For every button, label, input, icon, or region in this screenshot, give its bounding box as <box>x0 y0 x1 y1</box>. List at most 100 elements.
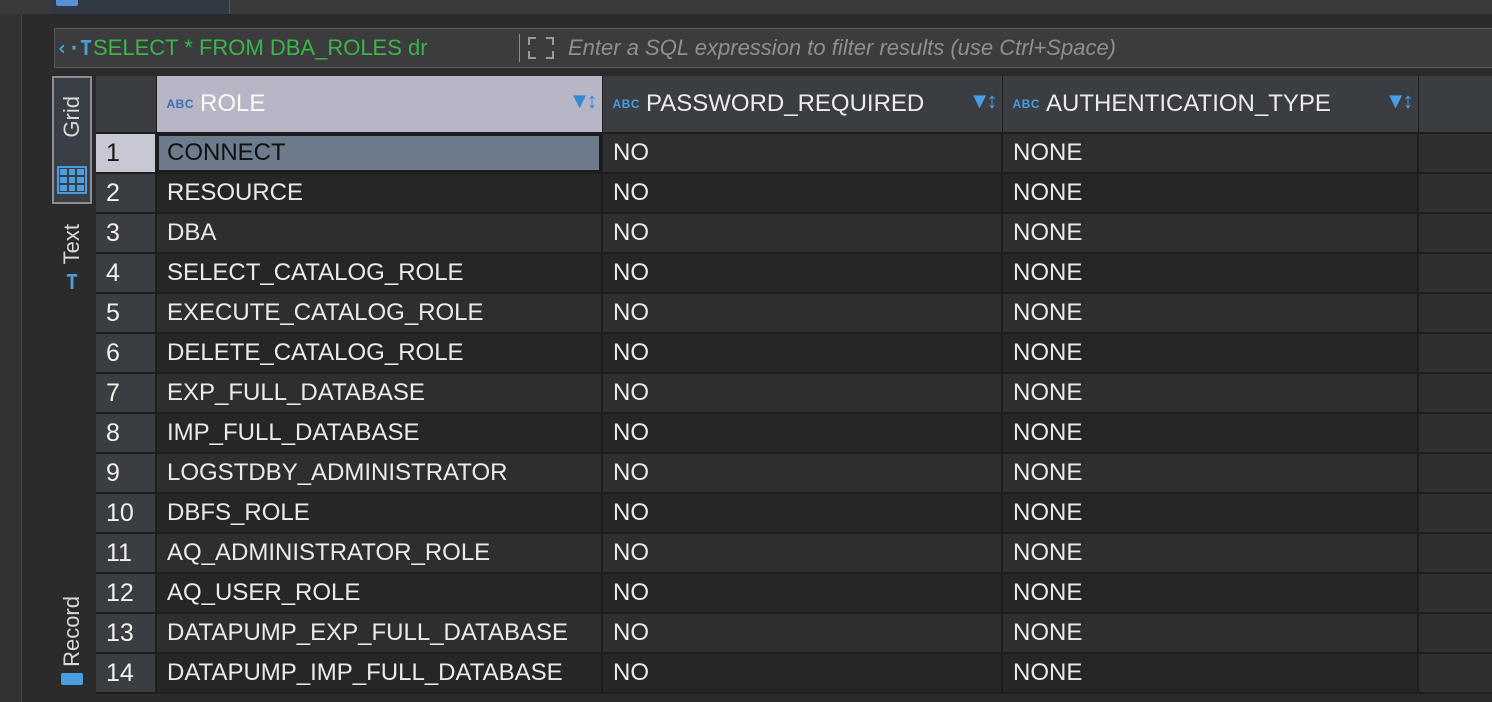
cell-authentication-type[interactable]: NONE <box>1002 613 1419 654</box>
tab-text[interactable]: Text T <box>52 224 92 324</box>
results-table: ABC ROLE ▼↕ ABC PASSWORD_REQUIRED ▼↕ ABC <box>96 76 1492 694</box>
cell-password-required[interactable]: NO <box>602 173 1003 214</box>
header-filler <box>1418 76 1492 134</box>
cell-role[interactable]: IMP_FULL_DATABASE <box>156 413 603 454</box>
table-row[interactable]: 11 AQ_ADMINISTRATOR_ROLE NO NONE <box>96 533 1492 574</box>
row-number[interactable]: 5 <box>96 293 157 334</box>
cell-password-required[interactable]: NO <box>602 453 1003 494</box>
cell-role[interactable]: DBA <box>156 213 603 254</box>
cell-authentication-type[interactable]: NONE <box>1002 213 1419 254</box>
row-number[interactable]: 3 <box>96 213 157 254</box>
cell-password-required[interactable]: NO <box>602 213 1003 254</box>
cell-role[interactable]: AQ_USER_ROLE <box>156 573 603 614</box>
row-number[interactable]: 2 <box>96 173 157 214</box>
cell-password-required[interactable]: NO <box>602 573 1003 614</box>
cell-role[interactable]: RESOURCE <box>156 173 603 214</box>
table-row[interactable]: 2 RESOURCE NO NONE <box>96 173 1492 214</box>
cell-role[interactable]: EXP_FULL_DATABASE <box>156 373 603 414</box>
cell-role[interactable]: DBFS_ROLE <box>156 493 603 534</box>
row-number[interactable]: 13 <box>96 613 157 654</box>
results-tab[interactable] <box>52 0 230 14</box>
string-type-icon: ABC <box>166 97 194 111</box>
row-number[interactable]: 9 <box>96 453 157 494</box>
grid-icon <box>57 166 87 194</box>
cell-password-required[interactable]: NO <box>602 613 1003 654</box>
cell-authentication-type[interactable]: NONE <box>1002 293 1419 334</box>
row-number[interactable]: 1 <box>96 133 157 174</box>
header-row: ABC ROLE ▼↕ ABC PASSWORD_REQUIRED ▼↕ ABC <box>96 76 1492 134</box>
row-filler <box>1418 333 1492 374</box>
cell-password-required[interactable]: NO <box>602 373 1003 414</box>
column-title: ROLE <box>200 90 266 117</box>
filter-separator <box>519 34 520 62</box>
cell-password-required[interactable]: NO <box>602 293 1003 334</box>
table-row[interactable]: 14 DATAPUMP_IMP_FULL_DATABASE NO NONE <box>96 653 1492 694</box>
row-number[interactable]: 8 <box>96 413 157 454</box>
cell-password-required[interactable]: NO <box>602 333 1003 374</box>
row-number[interactable]: 14 <box>96 653 157 694</box>
cell-authentication-type[interactable]: NONE <box>1002 373 1419 414</box>
cell-role[interactable]: DATAPUMP_EXP_FULL_DATABASE <box>156 613 603 654</box>
cell-authentication-type[interactable]: NONE <box>1002 533 1419 574</box>
filter-sort-icon[interactable]: ▼↕ <box>1385 88 1414 114</box>
row-number[interactable]: 12 <box>96 573 157 614</box>
tab-grid-label: Grid <box>59 96 84 138</box>
cell-role[interactable]: AQ_ADMINISTRATOR_ROLE <box>156 533 603 574</box>
row-number[interactable]: 7 <box>96 373 157 414</box>
row-number[interactable]: 10 <box>96 493 157 534</box>
select-all-corner[interactable] <box>96 76 157 134</box>
table-row[interactable]: 1 CONNECT NO NONE <box>96 133 1492 174</box>
cell-password-required[interactable]: NO <box>602 133 1003 174</box>
column-header-password-required[interactable]: ABC PASSWORD_REQUIRED ▼↕ <box>602 76 1003 134</box>
cell-role[interactable]: LOGSTDBY_ADMINISTRATOR <box>156 453 603 494</box>
cell-authentication-type[interactable]: NONE <box>1002 493 1419 534</box>
cell-password-required[interactable]: NO <box>602 493 1003 534</box>
row-number[interactable]: 4 <box>96 253 157 294</box>
filter-expression-input[interactable] <box>566 30 1492 66</box>
table-row[interactable]: 12 AQ_USER_ROLE NO NONE <box>96 573 1492 614</box>
tab-record[interactable]: Record <box>52 596 92 702</box>
table-row[interactable]: 6 DELETE_CATALOG_ROLE NO NONE <box>96 333 1492 374</box>
cell-role[interactable]: EXECUTE_CATALOG_ROLE <box>156 293 603 334</box>
cell-password-required[interactable]: NO <box>602 533 1003 574</box>
cell-authentication-type[interactable]: NONE <box>1002 333 1419 374</box>
table-row[interactable]: 3 DBA NO NONE <box>96 213 1492 254</box>
cell-role[interactable]: SELECT_CATALOG_ROLE <box>156 253 603 294</box>
cell-authentication-type[interactable]: NONE <box>1002 133 1419 174</box>
string-type-icon: ABC <box>1012 97 1040 111</box>
cell-authentication-type[interactable]: NONE <box>1002 413 1419 454</box>
cell-role[interactable]: DATAPUMP_IMP_FULL_DATABASE <box>156 653 603 694</box>
cell-role[interactable]: DELETE_CATALOG_ROLE <box>156 333 603 374</box>
row-filler <box>1418 653 1492 694</box>
table-row[interactable]: 10 DBFS_ROLE NO NONE <box>96 493 1492 534</box>
table-row[interactable]: 7 EXP_FULL_DATABASE NO NONE <box>96 373 1492 414</box>
table-row[interactable]: 13 DATAPUMP_EXP_FULL_DATABASE NO NONE <box>96 613 1492 654</box>
row-number[interactable]: 6 <box>96 333 157 374</box>
text-mode-icon: T <box>65 270 79 295</box>
column-header-role[interactable]: ABC ROLE ▼↕ <box>156 76 603 134</box>
cell-password-required[interactable]: NO <box>602 653 1003 694</box>
row-number[interactable]: 11 <box>96 533 157 574</box>
row-filler <box>1418 533 1492 574</box>
table-row[interactable]: 4 SELECT_CATALOG_ROLE NO NONE <box>96 253 1492 294</box>
expand-icon[interactable] <box>524 34 558 62</box>
filter-sort-icon[interactable]: ▼↕ <box>969 88 998 114</box>
column-header-authentication-type[interactable]: ABC AUTHENTICATION_TYPE ▼↕ <box>1002 76 1419 134</box>
left-gutter <box>0 0 22 702</box>
query-label[interactable]: SELECT * FROM DBA_ROLES dr <box>93 35 505 61</box>
cell-authentication-type[interactable]: NONE <box>1002 173 1419 214</box>
tab-grid[interactable]: Grid <box>52 76 92 204</box>
row-filler <box>1418 453 1492 494</box>
cell-authentication-type[interactable]: NONE <box>1002 653 1419 694</box>
table-row[interactable]: 8 IMP_FULL_DATABASE NO NONE <box>96 413 1492 454</box>
table-row[interactable]: 9 LOGSTDBY_ADMINISTRATOR NO NONE <box>96 453 1492 494</box>
cell-password-required[interactable]: NO <box>602 413 1003 454</box>
cell-authentication-type[interactable]: NONE <box>1002 253 1419 294</box>
cell-authentication-type[interactable]: NONE <box>1002 573 1419 614</box>
cell-password-required[interactable]: NO <box>602 253 1003 294</box>
row-filler <box>1418 373 1492 414</box>
cell-role[interactable]: CONNECT <box>156 133 603 174</box>
cell-authentication-type[interactable]: NONE <box>1002 453 1419 494</box>
filter-sort-icon[interactable]: ▼↕ <box>569 88 598 114</box>
table-row[interactable]: 5 EXECUTE_CATALOG_ROLE NO NONE <box>96 293 1492 334</box>
